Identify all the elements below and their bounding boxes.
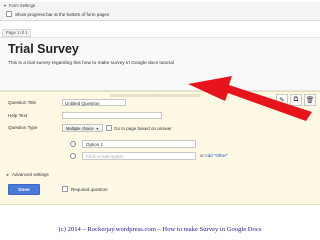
arrow-shape [188, 76, 312, 121]
screenshot: ▼ Form Settings Show progress bar at the… [0, 0, 320, 240]
annotation-arrow [188, 76, 312, 121]
copyright-caption: (c) 2014 – Rockerjay.wordpress.com – How… [58, 226, 262, 233]
